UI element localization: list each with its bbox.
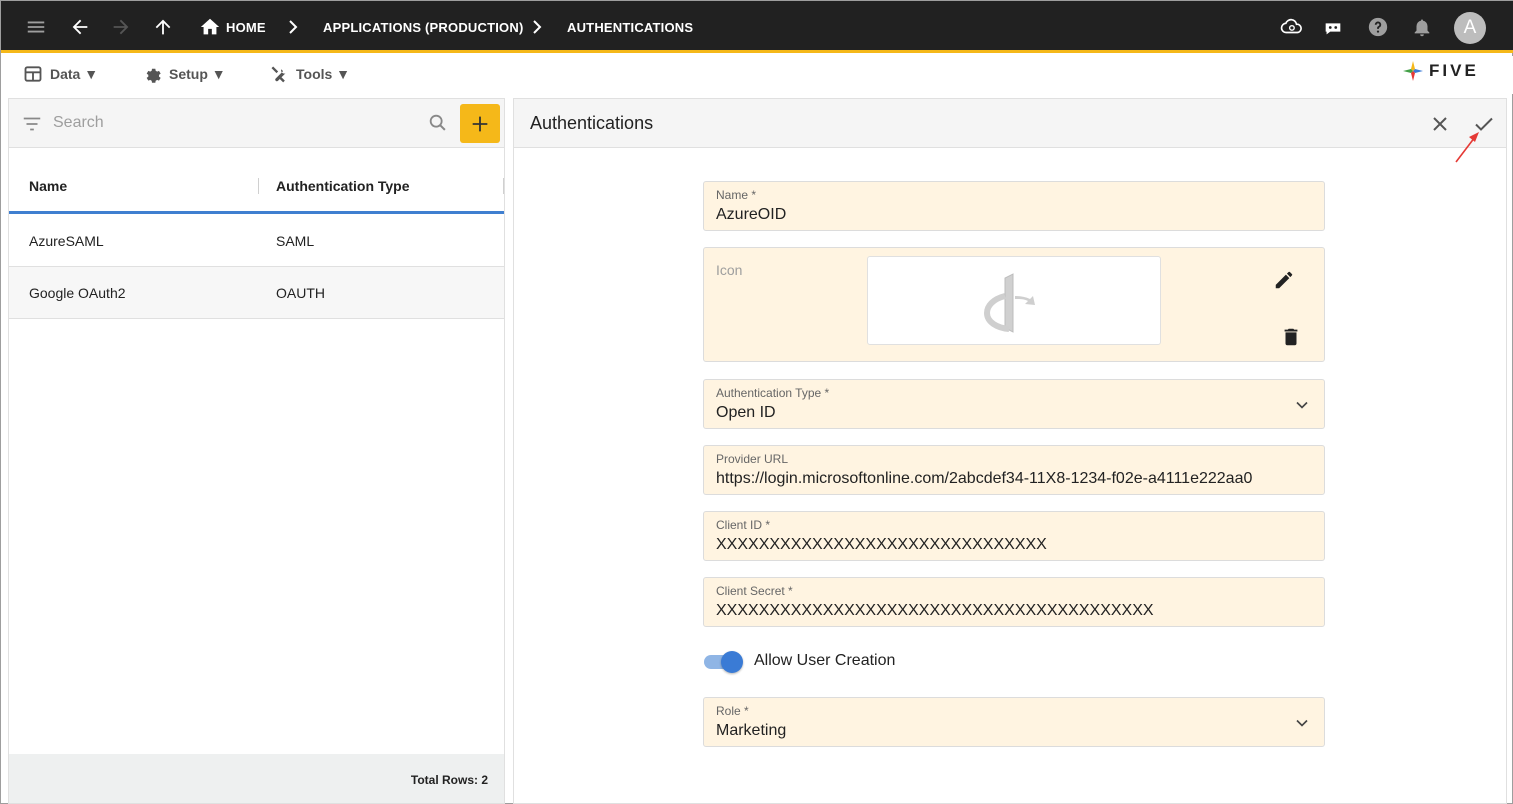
- tools-menu[interactable]: Tools ▼: [269, 63, 350, 85]
- data-menu-label: Data ▼: [50, 66, 99, 82]
- menu-bar: Data ▼ Setup ▼ Tools ▼ FIVE: [1, 56, 1513, 94]
- provider-url-field[interactable]: Provider URL https://login.microsoftonli…: [703, 445, 1325, 495]
- auth-type-value: Open ID: [716, 404, 776, 421]
- openid-logo-icon: [983, 272, 1035, 333]
- icon-field-label: Icon: [716, 262, 743, 278]
- five-logo: FIVE: [1401, 58, 1493, 84]
- form-header: Authentications: [514, 99, 1506, 148]
- column-header-auth-type[interactable]: Authentication Type: [276, 178, 410, 194]
- five-logo-mark-icon: [1403, 61, 1423, 81]
- chat-bot-icon[interactable]: [1321, 15, 1345, 39]
- edit-pencil-icon[interactable]: [1273, 269, 1295, 291]
- auth-type-label: Authentication Type *: [716, 386, 830, 400]
- chevron-down-icon[interactable]: [1292, 395, 1312, 415]
- client-id-field[interactable]: Client ID * XXXXXXXXXXXXXXXXXXXXXXXXXXXX…: [703, 511, 1325, 561]
- table-row[interactable]: AzureSAML SAML: [9, 215, 504, 267]
- icon-preview: [867, 256, 1161, 345]
- name-field[interactable]: Name * AzureOID: [703, 181, 1325, 231]
- column-header-name[interactable]: Name: [29, 178, 67, 194]
- toggle-thumb: [721, 651, 743, 673]
- back-arrow-icon[interactable]: [68, 15, 92, 39]
- home-icon[interactable]: [198, 15, 222, 39]
- annotation-arrow-icon: [1455, 132, 1479, 163]
- cloud-sync-icon[interactable]: [1279, 15, 1303, 39]
- breadcrumb-authentications[interactable]: AUTHENTICATIONS: [567, 20, 693, 35]
- table-row[interactable]: Google OAuth2 OAUTH: [9, 267, 504, 319]
- setup-menu[interactable]: Setup ▼: [142, 63, 226, 85]
- setup-menu-label: Setup ▼: [169, 66, 226, 82]
- name-field-value[interactable]: AzureOID: [716, 206, 1271, 224]
- logo-text: FIVE: [1429, 61, 1479, 80]
- table-icon: [24, 66, 42, 82]
- top-bar: HOME APPLICATIONS (PRODUCTION) AUTHENTIC…: [1, 1, 1513, 53]
- tools-icon: [271, 66, 286, 83]
- total-rows: Total Rows: 2: [410, 773, 488, 787]
- hamburger-menu-icon[interactable]: [24, 15, 48, 39]
- column-divider[interactable]: [258, 178, 259, 194]
- search-bar: Search: [9, 99, 504, 148]
- row-name: Google OAuth2: [29, 285, 126, 301]
- chevron-right-icon: [533, 20, 542, 34]
- provider-url-label: Provider URL: [716, 452, 789, 466]
- role-select[interactable]: Role * Marketing: [703, 697, 1325, 747]
- list-panel: Search Name Authentication Type AzureSAM…: [8, 98, 505, 804]
- help-icon[interactable]: [1366, 15, 1390, 39]
- name-field-label: Name *: [716, 188, 757, 202]
- form-title: Authentications: [530, 113, 654, 133]
- role-value: Marketing: [716, 722, 787, 739]
- filter-icon[interactable]: [21, 113, 43, 135]
- breadcrumb-applications[interactable]: APPLICATIONS (PRODUCTION): [323, 20, 523, 35]
- authentication-type-select[interactable]: Authentication Type * Open ID: [703, 379, 1325, 429]
- search-input[interactable]: Search: [53, 114, 104, 132]
- data-menu[interactable]: Data ▼: [23, 63, 98, 85]
- allow-user-creation-toggle[interactable]: [704, 651, 743, 673]
- client-secret-value[interactable]: XXXXXXXXXXXXXXXXXXXXXXXXXXXXXXXXXXXXXXXX…: [716, 602, 1271, 620]
- breadcrumb-home[interactable]: HOME: [226, 20, 266, 35]
- user-avatar[interactable]: A: [1454, 12, 1486, 44]
- client-secret-label: Client Secret *: [716, 584, 793, 598]
- up-arrow-icon[interactable]: [151, 15, 175, 39]
- client-secret-field[interactable]: Client Secret * XXXXXXXXXXXXXXXXXXXXXXXX…: [703, 577, 1325, 627]
- search-icon[interactable]: [427, 112, 449, 134]
- role-label: Role *: [716, 704, 749, 718]
- chevron-right-icon: [289, 20, 298, 34]
- row-type: OAUTH: [276, 285, 325, 301]
- table-header: Name Authentication Type: [9, 158, 504, 214]
- row-name: AzureSAML: [29, 233, 104, 249]
- delete-trash-icon[interactable]: [1280, 326, 1302, 348]
- gear-icon: [146, 68, 161, 83]
- forward-arrow-icon[interactable]: [109, 15, 133, 39]
- allow-user-creation-label: Allow User Creation: [754, 652, 896, 669]
- client-id-value[interactable]: XXXXXXXXXXXXXXXXXXXXXXXXXXXXXXX: [716, 536, 1271, 554]
- notification-bell-icon[interactable]: [1410, 15, 1434, 39]
- row-type: SAML: [276, 233, 315, 249]
- chevron-down-icon[interactable]: [1292, 713, 1312, 733]
- list-footer: Total Rows: 2: [9, 754, 504, 803]
- add-button[interactable]: [460, 104, 500, 143]
- tools-menu-label: Tools ▼: [296, 66, 351, 82]
- provider-url-value[interactable]: https://login.microsoftonline.com/2abcde…: [716, 470, 1271, 488]
- plus-icon: [472, 116, 488, 131]
- close-icon[interactable]: [1428, 112, 1452, 136]
- icon-field: Icon: [703, 247, 1325, 362]
- column-divider[interactable]: [503, 178, 504, 194]
- client-id-label: Client ID *: [716, 518, 771, 532]
